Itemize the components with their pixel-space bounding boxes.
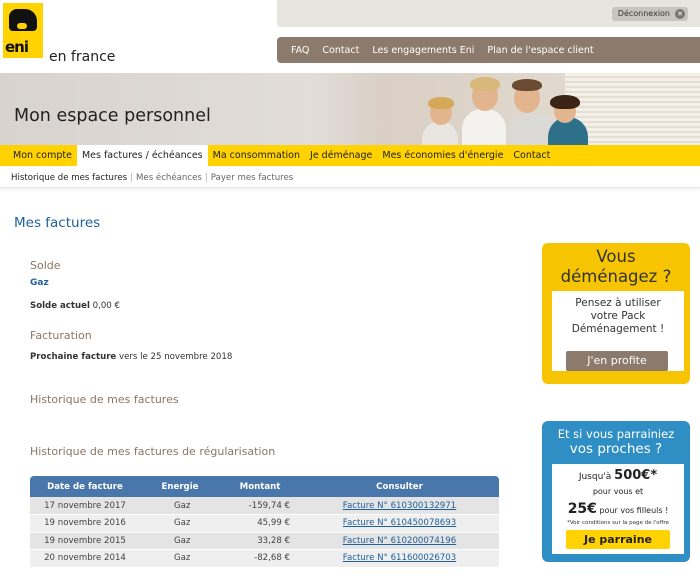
solde-energy: Gaz (30, 278, 49, 288)
invoice-energy: Gaz (140, 549, 220, 568)
invoice-link[interactable]: Facture N° 610300132971 (343, 501, 456, 511)
logout-button[interactable]: Déconnexion ✕ (611, 7, 688, 21)
referral-offer-filleul-amount: 25€ (567, 501, 597, 517)
utility-link-faq[interactable]: FAQ (291, 45, 309, 56)
referral-offer-amount: 500€* (614, 468, 658, 483)
utility-link-contact[interactable]: Contact (322, 45, 359, 56)
referral-offer-line-3: 25€ pour vos filleuls ! (552, 501, 684, 517)
invoice-link-cell: Facture N° 610300132971 (300, 497, 499, 515)
next-invoice-label: Prochaine facture (30, 352, 117, 362)
referral-promo-title: Et si vous parrainiez vos proches ? (542, 427, 690, 457)
nav-item-contact[interactable]: Contact (508, 145, 555, 166)
moving-promo-title: Vous déménagez ? (542, 247, 690, 287)
nav-item-ma-consommation[interactable]: Ma consommation (208, 145, 305, 166)
nav-item-economies-energie[interactable]: Mes économies d'énergie (377, 145, 508, 166)
referral-offer-suffix: pour vos filleuls ! (599, 506, 669, 515)
close-icon: ✕ (675, 9, 685, 19)
invoice-amount: 45,99 € (220, 514, 300, 533)
invoice-table: Date de facture Energie Montant Consulte… (30, 476, 499, 568)
referral-promo-banner[interactable]: Et si vous parrainiez vos proches ? Jusq… (542, 421, 690, 562)
main-nav: Mon compte Mes factures / échéances Ma c… (0, 145, 700, 166)
column-header-energie: Energie (140, 476, 220, 497)
invoice-link-cell: Facture N° 610200074196 (300, 532, 499, 550)
invoice-amount: 33,28 € (220, 532, 300, 550)
logo-text: eni (5, 38, 29, 56)
historique-heading: Historique de mes factures (30, 393, 179, 406)
table-header-row: Date de facture Energie Montant Consulte… (30, 476, 499, 497)
moving-promo-text-line-1: Pensez à utiliser (575, 297, 661, 309)
solde-line: Solde actuel 0,00 € (30, 301, 120, 311)
table-row: 17 novembre 2017 Gaz -159,74 € Facture N… (30, 497, 499, 515)
column-header-consulter: Consulter (300, 476, 499, 497)
referral-offer-prefix: Jusqu'à (578, 472, 612, 482)
table-row: 19 novembre 2015 Gaz 33,28 € Facture N° … (30, 532, 499, 550)
subnav-item-echeances[interactable]: Mes échéances (136, 173, 202, 183)
invoice-link[interactable]: Facture N° 611600026703 (343, 553, 456, 563)
subnav-separator: | (130, 173, 133, 183)
moving-promo-title-line-1: Vous (596, 247, 636, 266)
utility-nav: FAQ Contact Les engagements Eni Plan de … (277, 37, 700, 63)
invoice-energy: Gaz (140, 497, 220, 515)
moving-promo-banner[interactable]: Vous déménagez ? Pensez à utiliser votre… (542, 243, 690, 384)
jen-profite-button[interactable]: J'en profite (566, 351, 668, 371)
site-tagline: en france (49, 49, 116, 65)
referral-promo-body: Jusqu'à 500€* pour vous et 25€ pour vos … (552, 464, 684, 554)
moving-promo-text: Pensez à utiliser votre Pack Déménagemen… (552, 297, 684, 336)
invoice-date: 20 novembre 2014 (30, 549, 140, 568)
invoice-amount: -82,68 € (220, 549, 300, 568)
invoice-energy: Gaz (140, 514, 220, 533)
invoice-date: 17 novembre 2017 (30, 497, 140, 515)
referral-conditions-note: *Voir conditions sur la page de l'offre (567, 520, 669, 526)
je-parraine-button[interactable]: Je parraine (566, 530, 670, 549)
family-photo (400, 73, 700, 145)
invoice-link-cell: Facture N° 611600026703 (300, 549, 499, 568)
sub-nav: Historique de mes factures | Mes échéances… (0, 168, 700, 188)
invoice-link-cell: Facture N° 610450078693 (300, 514, 499, 533)
solde-value: 0,00 € (92, 301, 120, 311)
logout-label: Déconnexion (617, 9, 670, 18)
solde-heading: Solde (30, 259, 61, 272)
page-title: Mes factures (14, 215, 101, 231)
page-banner: Mon espace personnel (0, 73, 700, 145)
invoice-date: 19 novembre 2016 (30, 514, 140, 533)
moving-promo-text-line-3: Déménagement ! (571, 323, 665, 335)
subnav-item-historique[interactable]: Historique de mes factures (11, 173, 127, 183)
invoice-link[interactable]: Facture N° 610200074196 (343, 536, 456, 546)
subnav-item-payer[interactable]: Payer mes factures (211, 173, 294, 183)
referral-offer-line-1: Jusqu'à 500€* (552, 468, 684, 483)
invoice-link[interactable]: Facture N° 610450078693 (343, 518, 456, 528)
next-invoice-line: Prochaine facture vers le 25 novembre 20… (30, 352, 232, 362)
subnav-separator: | (204, 173, 208, 183)
invoice-date: 19 novembre 2015 (30, 532, 140, 550)
referral-promo-title-line-1: Et si vous parrainiez (557, 427, 675, 441)
referral-offer-line-2: pour vous et (592, 487, 644, 496)
next-invoice-value: vers le 25 novembre 2018 (119, 352, 233, 362)
facturation-heading: Facturation (30, 329, 92, 342)
top-bar: Déconnexion ✕ (277, 0, 700, 27)
invoice-energy: Gaz (140, 532, 220, 550)
utility-link-sitemap[interactable]: Plan de l'espace client (487, 45, 593, 56)
table-row: 19 novembre 2016 Gaz 45,99 € Facture N° … (30, 514, 499, 533)
column-header-date: Date de facture (30, 476, 140, 497)
referral-promo-title-line-2: vos proches ? (569, 441, 663, 457)
regularisation-heading: Historique de mes factures de régularisa… (30, 445, 276, 458)
nav-item-mes-factures[interactable]: Mes factures / échéances (76, 145, 208, 166)
column-header-montant: Montant (220, 476, 300, 497)
nav-item-je-demenage[interactable]: Je déménage (305, 145, 377, 166)
solde-label: Solde actuel (30, 301, 90, 311)
invoice-amount: -159,74 € (220, 497, 300, 515)
moving-promo-title-line-2: déménagez ? (560, 267, 672, 286)
utility-link-engagements[interactable]: Les engagements Eni (372, 45, 474, 56)
table-row: 20 novembre 2014 Gaz -82,68 € Facture N°… (30, 549, 499, 568)
moving-promo-body: Pensez à utiliser votre Pack Déménagemen… (552, 291, 684, 371)
nav-item-mon-compte[interactable]: Mon compte (8, 145, 77, 166)
six-legged-dog-icon (9, 9, 37, 31)
eni-logo[interactable]: eni (3, 3, 43, 58)
banner-title: Mon espace personnel (14, 106, 211, 126)
moving-promo-text-line-2: votre Pack (590, 310, 646, 322)
